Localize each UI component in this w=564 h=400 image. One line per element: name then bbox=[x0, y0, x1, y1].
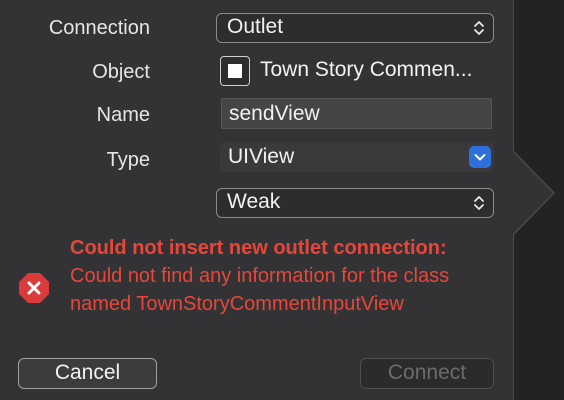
error-icon bbox=[19, 273, 49, 303]
connect-button[interactable]: Connect bbox=[360, 358, 494, 389]
connection-popup[interactable]: Outlet bbox=[216, 13, 494, 43]
object-icon-fill bbox=[228, 64, 242, 78]
object-value: Town Story Commen... bbox=[260, 58, 473, 81]
object-label: Object bbox=[92, 61, 150, 83]
up-down-chevron-icon bbox=[474, 196, 484, 210]
name-label: Name bbox=[96, 104, 150, 126]
chevron-down-icon bbox=[474, 154, 486, 161]
error-title: Could not insert new outlet connection: bbox=[70, 237, 447, 259]
connection-value: Outlet bbox=[227, 15, 284, 38]
type-dropdown-button[interactable] bbox=[469, 146, 491, 168]
storage-popup[interactable]: Weak bbox=[216, 188, 494, 218]
cancel-button[interactable]: Cancel bbox=[18, 358, 157, 389]
name-field[interactable] bbox=[221, 98, 492, 129]
error-detail: Could not find any information for the c… bbox=[70, 265, 450, 315]
outlet-connection-popover: Connection Outlet Object Town Story Comm… bbox=[0, 0, 514, 400]
type-value: UIView bbox=[228, 145, 295, 168]
type-label: Type bbox=[106, 149, 150, 171]
popover-arrow bbox=[513, 152, 553, 234]
up-down-chevron-icon bbox=[474, 21, 484, 35]
type-combobox[interactable]: UIView bbox=[220, 142, 494, 172]
connection-label: Connection bbox=[48, 17, 150, 39]
error-message: Could not insert new outlet connection: … bbox=[70, 234, 490, 318]
object-icon bbox=[220, 56, 250, 86]
storage-value: Weak bbox=[227, 190, 281, 213]
